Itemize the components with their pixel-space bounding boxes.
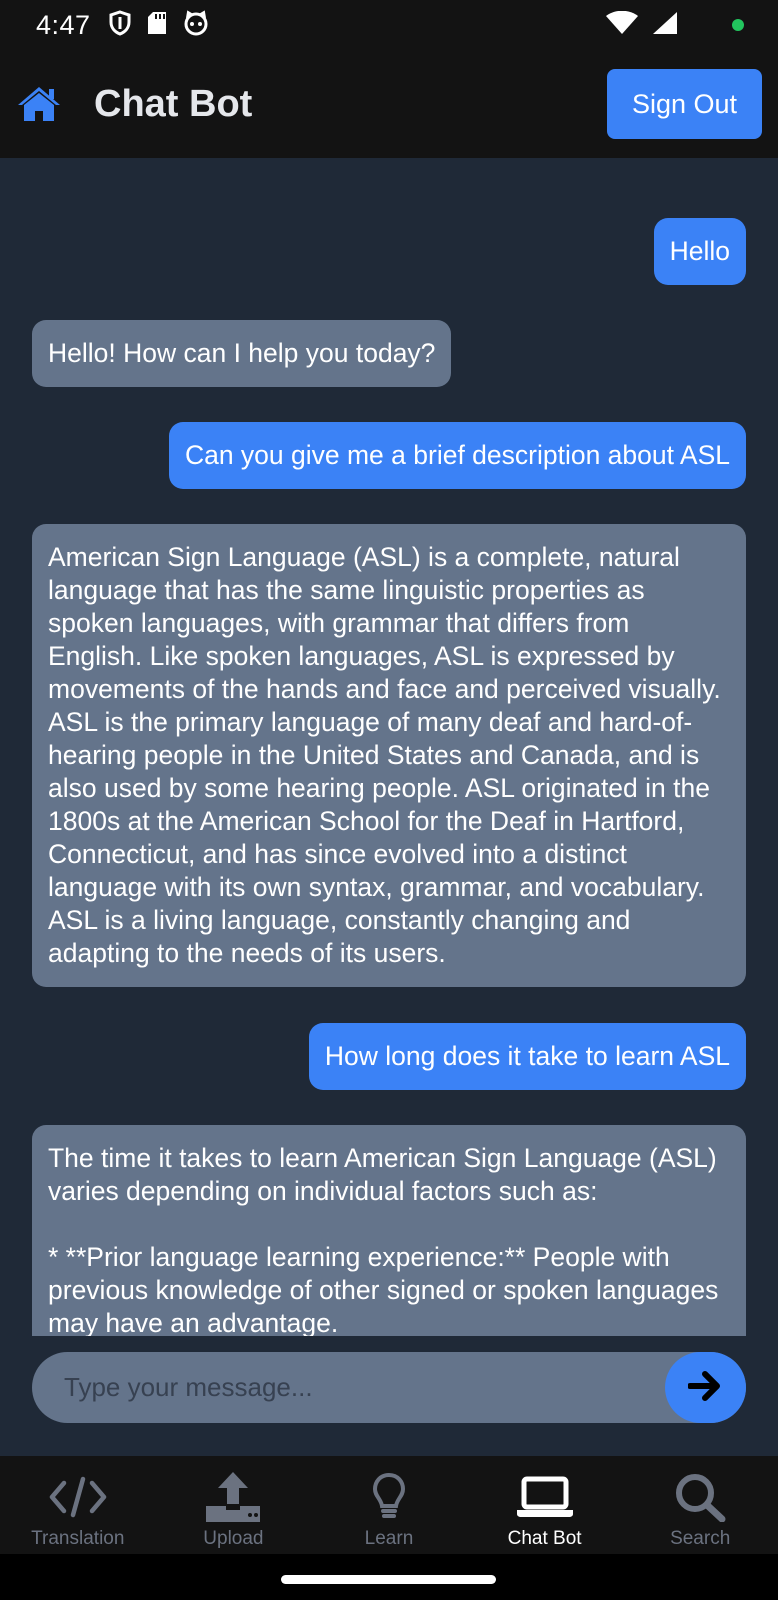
chat-messages[interactable]: Hello Hello! How can I help you today? C…: [0, 158, 778, 1336]
code-icon: [48, 1468, 108, 1526]
search-icon: [674, 1468, 726, 1526]
bottom-nav: Translation Upload Learn Chat Bot Search: [0, 1456, 778, 1554]
message-input[interactable]: [32, 1352, 665, 1423]
send-button[interactable]: [665, 1352, 746, 1423]
notification-dot: [732, 19, 744, 31]
cat-face-icon: [183, 9, 209, 41]
status-icons-right: [606, 10, 744, 40]
user-message: How long does it take to learn ASL: [308, 1023, 746, 1090]
message-row: Hello! How can I help you today?: [0, 320, 778, 387]
home-icon[interactable]: [16, 84, 62, 124]
status-time: 4:47: [36, 9, 91, 40]
arrow-right-icon: [686, 1369, 724, 1406]
nav-label: Upload: [203, 1528, 264, 1549]
sign-out-button[interactable]: Sign Out: [607, 69, 762, 139]
cell-signal-icon: [652, 11, 678, 40]
bot-message: The time it takes to learn American Sign…: [32, 1125, 746, 1336]
message-row: Can you give me a brief description abou…: [0, 422, 778, 489]
message-row: American Sign Language (ASL) is a comple…: [0, 524, 778, 987]
bot-message: American Sign Language (ASL) is a comple…: [32, 524, 746, 987]
wifi-icon: [606, 10, 638, 40]
user-message: Can you give me a brief description abou…: [168, 422, 746, 489]
bot-message: Hello! How can I help you today?: [32, 320, 452, 387]
upload-icon: [206, 1468, 261, 1526]
message-row: Hello: [0, 218, 778, 285]
nav-item-chat-bot[interactable]: Chat Bot: [467, 1456, 623, 1554]
status-icons-left: [109, 9, 209, 41]
home-gesture-handle[interactable]: [281, 1575, 496, 1584]
page-title: Chat Bot: [94, 82, 253, 125]
laptop-icon: [515, 1468, 575, 1526]
user-message: Hello: [653, 218, 746, 285]
nav-label: Translation: [31, 1528, 125, 1549]
message-row: The time it takes to learn American Sign…: [0, 1125, 778, 1336]
message-list: Hello Hello! How can I help you today? C…: [0, 158, 778, 1336]
lightbulb-icon: [372, 1468, 406, 1526]
nav-item-upload[interactable]: Upload: [156, 1456, 312, 1554]
nav-label: Chat Bot: [507, 1528, 582, 1549]
nav-item-learn[interactable]: Learn: [311, 1456, 467, 1554]
nav-item-translation[interactable]: Translation: [0, 1456, 156, 1554]
nav-item-search[interactable]: Search: [622, 1456, 778, 1554]
message-composer: [32, 1352, 746, 1423]
nav-label: Learn: [364, 1528, 414, 1549]
nav-label: Search: [670, 1528, 731, 1549]
message-row: How long does it take to learn ASL: [0, 1023, 778, 1090]
gesture-area: [0, 1554, 778, 1600]
shield-icon: [109, 9, 131, 41]
sd-card-icon: [147, 11, 167, 40]
app-header: Chat Bot Sign Out: [0, 50, 778, 158]
status-bar: 4:47: [0, 0, 778, 50]
